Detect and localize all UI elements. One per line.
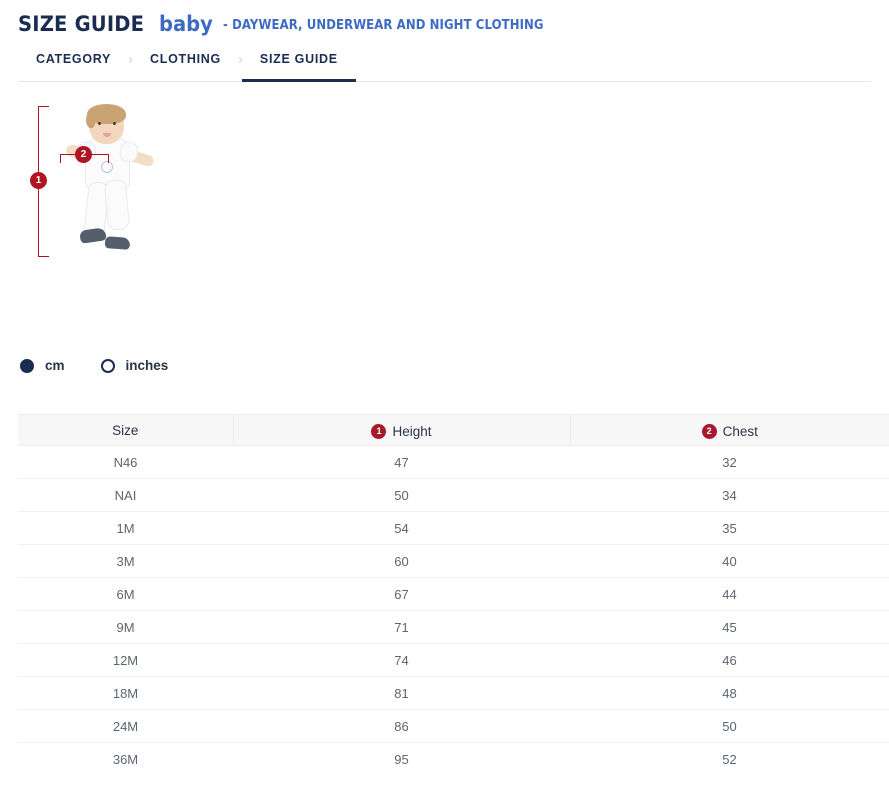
chest-measure-tick-left [60, 154, 61, 163]
baby-leg-right [104, 179, 130, 231]
measurement-figure-area: 1 2 [0, 82, 889, 282]
cell-height: 86 [233, 710, 570, 743]
size-table-body: N464732NAI50341M54353M60406M67449M714512… [18, 446, 889, 776]
unit-option-cm-label: cm [45, 358, 65, 373]
column-header-size-label: Size [112, 423, 138, 438]
baby-shoe-left [79, 227, 107, 243]
page-title-description: - DAYWEAR, UNDERWEAR AND NIGHT CLOTHING [223, 19, 544, 32]
radio-cm-icon[interactable] [20, 359, 34, 373]
cell-height: 47 [233, 446, 570, 479]
page-title-main: SIZE GUIDE [18, 14, 144, 35]
cell-size: 36M [18, 743, 233, 776]
height-marker-badge: 1 [30, 172, 47, 189]
table-row: 1M5435 [18, 512, 889, 545]
cell-height: 50 [233, 479, 570, 512]
page-title-category: baby [159, 14, 213, 35]
page-title: SIZE GUIDE baby - DAYWEAR, UNDERWEAR AND N… [18, 14, 889, 35]
column-header-height: 1 Height [233, 415, 570, 446]
chest-badge-icon: 2 [702, 424, 717, 439]
unit-option-cm[interactable]: cm [20, 358, 65, 373]
breadcrumb: CATEGORY › CLOTHING › SIZE GUIDE [18, 49, 871, 82]
height-badge-icon: 1 [371, 424, 386, 439]
chevron-right-icon: › [221, 49, 260, 81]
height-measure-tick-top [38, 106, 49, 107]
cell-size: 6M [18, 578, 233, 611]
cell-size: N46 [18, 446, 233, 479]
cell-chest: 34 [570, 479, 889, 512]
table-row: 24M8650 [18, 710, 889, 743]
chevron-right-icon: › [111, 49, 150, 81]
cell-chest: 52 [570, 743, 889, 776]
height-measure-tick-bottom [38, 256, 49, 257]
cell-size: 1M [18, 512, 233, 545]
page-header: SIZE GUIDE baby - DAYWEAR, UNDERWEAR AND N… [0, 0, 889, 35]
table-row: 6M6744 [18, 578, 889, 611]
cell-chest: 45 [570, 611, 889, 644]
cell-height: 54 [233, 512, 570, 545]
tab-size-guide[interactable]: SIZE GUIDE [260, 49, 338, 81]
unit-option-inches[interactable]: inches [101, 358, 169, 373]
cell-size: 18M [18, 677, 233, 710]
baby-eye-right [113, 122, 116, 125]
table-row: N464732 [18, 446, 889, 479]
cell-size: 24M [18, 710, 233, 743]
unit-option-inches-label: inches [126, 358, 169, 373]
cell-chest: 48 [570, 677, 889, 710]
cell-size: 12M [18, 644, 233, 677]
table-header-row: Size 1 Height 2 Chest [18, 415, 889, 446]
cell-height: 95 [233, 743, 570, 776]
column-header-size: Size [18, 415, 233, 446]
cell-chest: 46 [570, 644, 889, 677]
cell-height: 74 [233, 644, 570, 677]
cell-size: 9M [18, 611, 233, 644]
cell-size: 3M [18, 545, 233, 578]
cell-chest: 50 [570, 710, 889, 743]
table-row: 36M9552 [18, 743, 889, 776]
column-header-chest: 2 Chest [570, 415, 889, 446]
table-row: 3M6040 [18, 545, 889, 578]
cell-size: NAI [18, 479, 233, 512]
unit-selector: cm inches [20, 358, 168, 373]
table-row: 18M8148 [18, 677, 889, 710]
size-guide-table: Size 1 Height 2 Chest N464732NAI50341M54… [18, 414, 889, 775]
chest-measure-tick-right [108, 154, 109, 163]
cell-height: 67 [233, 578, 570, 611]
cell-chest: 35 [570, 512, 889, 545]
baby-hair-side [86, 112, 95, 128]
chest-marker-badge: 2 [75, 146, 92, 163]
column-header-height-label: Height [392, 424, 431, 439]
table-row: 9M7145 [18, 611, 889, 644]
table-row: 12M7446 [18, 644, 889, 677]
baby-shoe-right [105, 236, 131, 250]
baby-measurement-diagram: 1 2 [30, 104, 170, 264]
cell-height: 60 [233, 545, 570, 578]
size-table-head: Size 1 Height 2 Chest [18, 415, 889, 446]
baby-romper-logo [101, 161, 113, 173]
baby-eye-left [98, 122, 101, 125]
column-header-chest-label: Chest [723, 424, 758, 439]
baby-illustration [58, 104, 158, 259]
cell-height: 81 [233, 677, 570, 710]
radio-inches-icon[interactable] [101, 359, 115, 373]
cell-height: 71 [233, 611, 570, 644]
cell-chest: 40 [570, 545, 889, 578]
cell-chest: 44 [570, 578, 889, 611]
tab-clothing[interactable]: CLOTHING [150, 49, 221, 81]
cell-chest: 32 [570, 446, 889, 479]
table-row: NAI5034 [18, 479, 889, 512]
tab-category[interactable]: CATEGORY [36, 49, 111, 81]
